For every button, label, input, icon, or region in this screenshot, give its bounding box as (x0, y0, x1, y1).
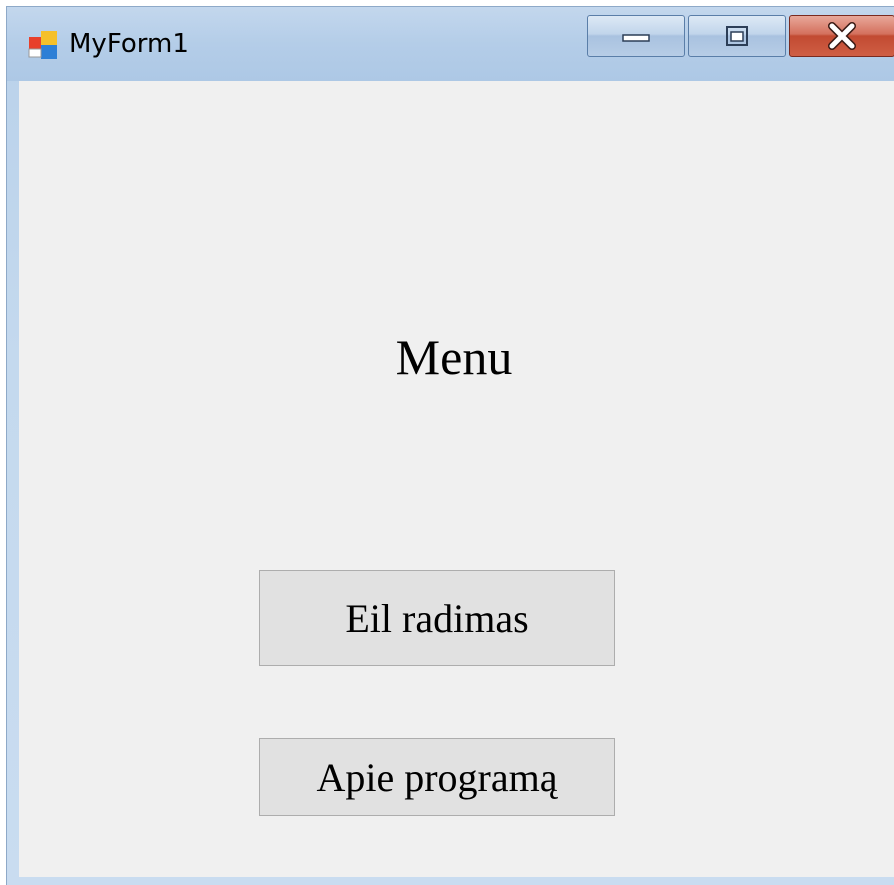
minimize-icon (622, 34, 650, 42)
close-icon (828, 22, 856, 50)
title-bar[interactable]: MyForm1 (7, 7, 894, 81)
minimize-button[interactable] (587, 15, 685, 57)
close-button[interactable] (789, 15, 894, 57)
form-client-area: Menu Eil radimas Apie programą (19, 81, 894, 877)
maximize-button[interactable] (688, 15, 786, 57)
eil-radimas-button[interactable]: Eil radimas (259, 570, 615, 666)
app-window: MyForm1 Menu Eil radimas Apie programą (6, 6, 894, 885)
menu-heading: Menu (395, 329, 513, 385)
maximize-icon (726, 26, 748, 46)
window-title: MyForm1 (69, 29, 189, 59)
apie-programa-button[interactable]: Apie programą (259, 738, 615, 816)
app-icon (28, 31, 57, 59)
